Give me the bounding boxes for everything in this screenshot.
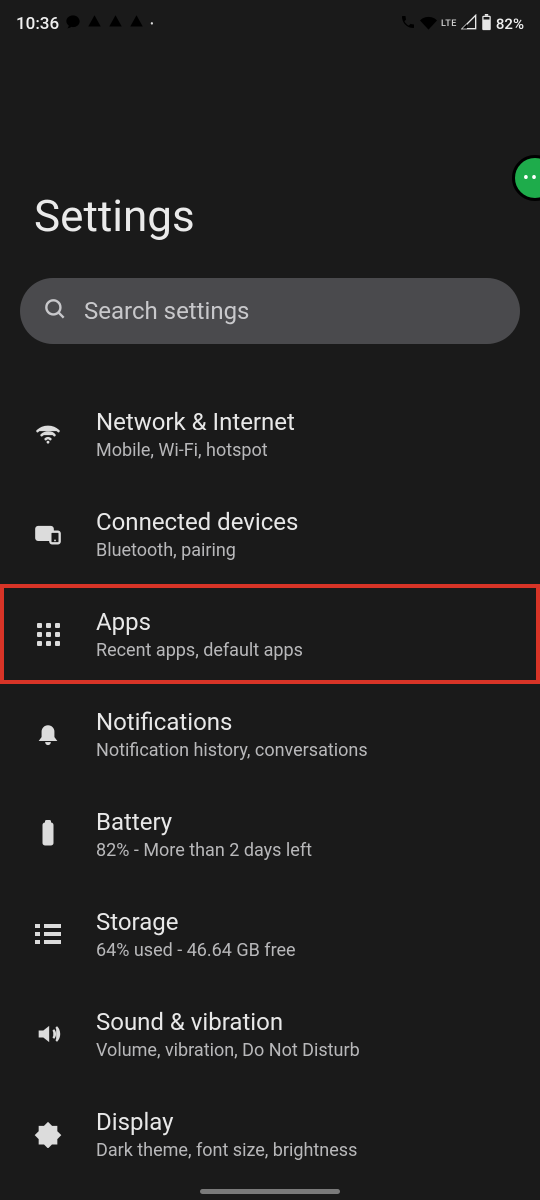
settings-item-sound[interactable]: Sound & vibration Volume, vibration, Do …: [0, 984, 540, 1084]
status-bar: 10:36 • LTE 82%: [0, 0, 540, 40]
dots-icon: •••: [523, 168, 540, 189]
notification-icon-2: [108, 14, 123, 34]
item-title: Connected devices: [96, 508, 298, 536]
notification-dot-icon: •: [150, 19, 154, 30]
item-subtitle: Mobile, Wi-Fi, hotspot: [96, 440, 295, 461]
item-subtitle: Volume, vibration, Do Not Disturb: [96, 1040, 360, 1061]
home-indicator[interactable]: [200, 1189, 340, 1194]
settings-item-network[interactable]: Network & Internet Mobile, Wi-Fi, hotspo…: [0, 384, 540, 484]
item-title: Battery: [96, 808, 312, 836]
notification-icon-3: [129, 14, 144, 34]
search-icon: [42, 296, 68, 326]
speaker-icon: [30, 1016, 66, 1052]
battery-icon: [481, 14, 492, 35]
apps-grid-icon: [30, 616, 66, 652]
page-title: Settings: [0, 40, 540, 278]
signal-icon: [461, 14, 477, 34]
status-right: LTE 82%: [400, 14, 524, 35]
devices-icon: [30, 516, 66, 552]
status-left: 10:36 •: [16, 14, 154, 35]
item-title: Sound & vibration: [96, 1008, 360, 1036]
item-subtitle: Dark theme, font size, brightness: [96, 1140, 357, 1161]
settings-item-apps[interactable]: Apps Recent apps, default apps: [0, 584, 540, 684]
search-settings[interactable]: Search settings: [20, 278, 520, 344]
chat-bubble-icon: [65, 14, 81, 35]
battery-icon: [30, 816, 66, 852]
wifi-icon: [420, 14, 437, 35]
search-placeholder: Search settings: [84, 297, 249, 325]
item-subtitle: 82% - More than 2 days left: [96, 840, 312, 861]
settings-item-storage[interactable]: Storage 64% used - 46.64 GB free: [0, 884, 540, 984]
settings-item-display[interactable]: Display Dark theme, font size, brightnes…: [0, 1084, 540, 1184]
wifi-calling-icon: [400, 14, 416, 34]
item-title: Storage: [96, 908, 296, 936]
status-time: 10:36: [16, 14, 59, 34]
item-title: Notifications: [96, 708, 368, 736]
settings-item-connected-devices[interactable]: Connected devices Bluetooth, pairing: [0, 484, 540, 584]
item-title: Network & Internet: [96, 408, 295, 436]
battery-percent: 82%: [496, 15, 524, 33]
item-subtitle: 64% used - 46.64 GB free: [96, 940, 296, 961]
item-title: Apps: [96, 608, 303, 636]
storage-icon: [30, 916, 66, 952]
item-subtitle: Bluetooth, pairing: [96, 540, 298, 561]
settings-item-battery[interactable]: Battery 82% - More than 2 days left: [0, 784, 540, 884]
bell-icon: [30, 716, 66, 752]
brightness-icon: [30, 1116, 66, 1152]
wifi-icon: [30, 416, 66, 452]
settings-list: Network & Internet Mobile, Wi-Fi, hotspo…: [0, 384, 540, 1184]
item-subtitle: Notification history, conversations: [96, 740, 368, 761]
notification-icon-1: [87, 14, 102, 34]
item-title: Display: [96, 1108, 357, 1136]
settings-item-notifications[interactable]: Notifications Notification history, conv…: [0, 684, 540, 784]
item-subtitle: Recent apps, default apps: [96, 640, 303, 661]
network-lte-label: LTE: [441, 19, 457, 29]
